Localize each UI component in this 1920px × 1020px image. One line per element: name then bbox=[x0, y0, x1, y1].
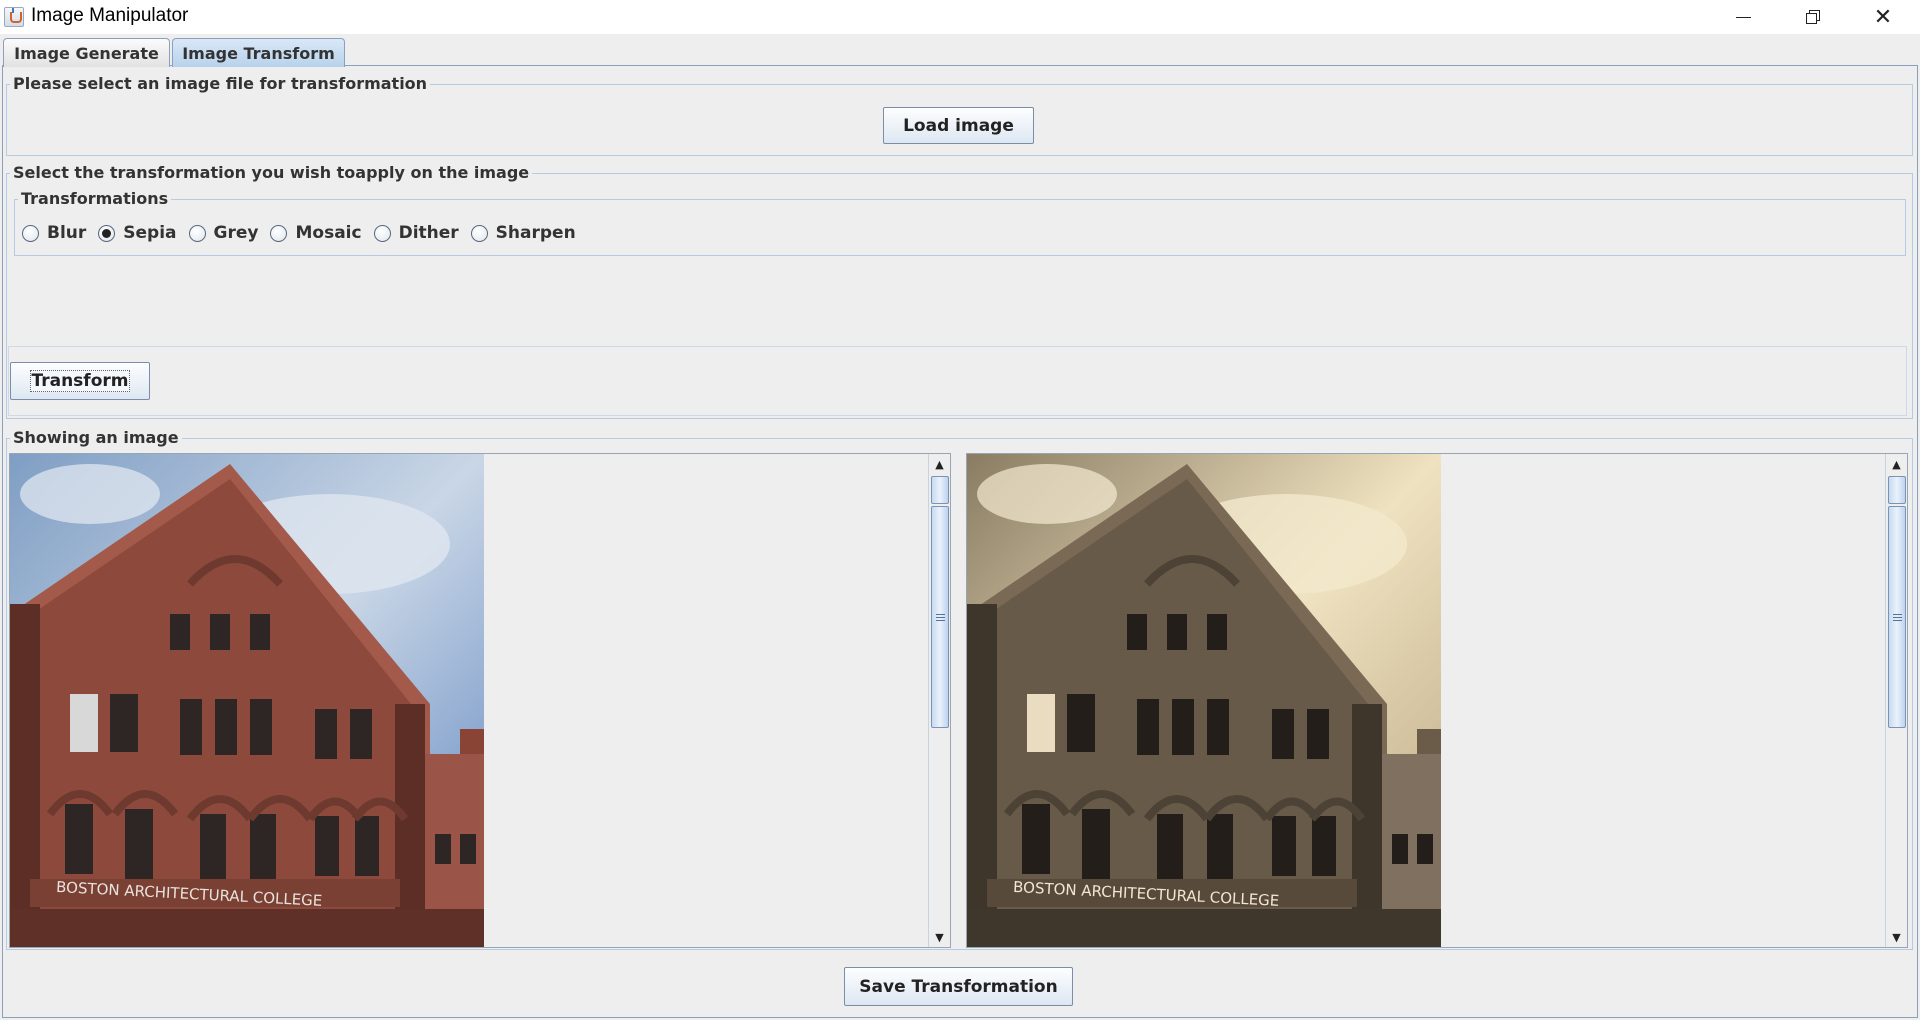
radio-grey[interactable]: Grey bbox=[188, 223, 259, 243]
radio-label-blur[interactable]: Blur bbox=[47, 223, 86, 243]
scroll-track-segment[interactable] bbox=[931, 476, 949, 504]
original-image: BOSTON ARCHITECTURAL COLLEGE bbox=[10, 454, 484, 947]
radio-label-sharpen[interactable]: Sharpen bbox=[496, 223, 576, 243]
minimize-icon bbox=[1735, 16, 1751, 18]
radio-dither[interactable]: Dither bbox=[373, 223, 459, 243]
transformed-image-scrollpane[interactable]: BOSTON ARCHITECTURAL COLLEGE ▲ ▼ bbox=[966, 453, 1908, 948]
load-image-button[interactable]: Load image bbox=[883, 107, 1034, 144]
scroll-down-arrow-icon[interactable]: ▼ bbox=[1886, 927, 1907, 947]
transform-button-label: Transform bbox=[29, 370, 131, 392]
radio-label-mosaic[interactable]: Mosaic bbox=[295, 223, 361, 243]
radio-label-grey[interactable]: Grey bbox=[214, 223, 259, 243]
window-titlebar: Image Manipulator ✕ bbox=[0, 0, 1920, 34]
grip-icon bbox=[1892, 613, 1902, 621]
transform-button[interactable]: Transform bbox=[10, 362, 150, 400]
transformation-radio-group: Blur Sepia Grey Mosaic Dither Sharpen bbox=[22, 222, 588, 244]
minimize-button[interactable] bbox=[1710, 0, 1776, 34]
radio-button-grey[interactable] bbox=[188, 224, 206, 242]
radio-button-sharpen[interactable] bbox=[470, 224, 488, 242]
radio-sepia[interactable]: Sepia bbox=[98, 223, 177, 243]
radio-button-sepia[interactable] bbox=[98, 224, 116, 242]
transform-button-panel bbox=[8, 346, 1907, 416]
radio-label-dither[interactable]: Dither bbox=[399, 223, 459, 243]
file-selection-title: Please select an image file for transfor… bbox=[10, 74, 431, 93]
radio-mosaic[interactable]: Mosaic bbox=[270, 223, 362, 243]
radio-blur[interactable]: Blur bbox=[22, 223, 86, 243]
transformed-image: BOSTON ARCHITECTURAL COLLEGE bbox=[967, 454, 1441, 947]
scroll-thumb[interactable] bbox=[931, 506, 949, 728]
tab-image-transform[interactable]: Image Transform bbox=[172, 38, 345, 67]
scroll-down-arrow-icon[interactable]: ▼ bbox=[929, 927, 950, 947]
close-icon: ✕ bbox=[1873, 4, 1893, 30]
transformed-image-vertical-scrollbar[interactable]: ▲ ▼ bbox=[1885, 454, 1907, 947]
close-button[interactable]: ✕ bbox=[1850, 0, 1916, 34]
grip-icon bbox=[935, 613, 945, 621]
radio-sharpen[interactable]: Sharpen bbox=[470, 223, 576, 243]
scroll-up-arrow-icon[interactable]: ▲ bbox=[1886, 454, 1907, 474]
scroll-track-segment[interactable] bbox=[1888, 476, 1906, 504]
radio-button-mosaic[interactable] bbox=[270, 224, 288, 242]
radio-button-blur[interactable] bbox=[22, 224, 39, 242]
scroll-up-arrow-icon[interactable]: ▲ bbox=[929, 454, 950, 474]
java-app-icon bbox=[4, 7, 24, 27]
transformations-title: Transformations bbox=[18, 189, 172, 208]
window-title: Image Manipulator bbox=[31, 5, 189, 26]
image-display-title: Showing an image bbox=[10, 428, 182, 447]
scroll-thumb[interactable] bbox=[1888, 506, 1906, 728]
original-image-vertical-scrollbar[interactable]: ▲ ▼ bbox=[928, 454, 950, 947]
restore-icon bbox=[1806, 10, 1820, 24]
original-image-scrollpane[interactable]: BOSTON ARCHITECTURAL COLLEGE ▲ ▼ bbox=[9, 453, 951, 948]
radio-label-sepia[interactable]: Sepia bbox=[123, 223, 176, 243]
transformation-selection-title: Select the transformation you wish toapp… bbox=[10, 163, 533, 182]
tab-image-generate[interactable]: Image Generate bbox=[3, 38, 170, 67]
save-transformation-button[interactable]: Save Transformation bbox=[844, 967, 1073, 1006]
restore-button[interactable] bbox=[1780, 0, 1846, 34]
radio-button-dither[interactable] bbox=[373, 224, 391, 242]
